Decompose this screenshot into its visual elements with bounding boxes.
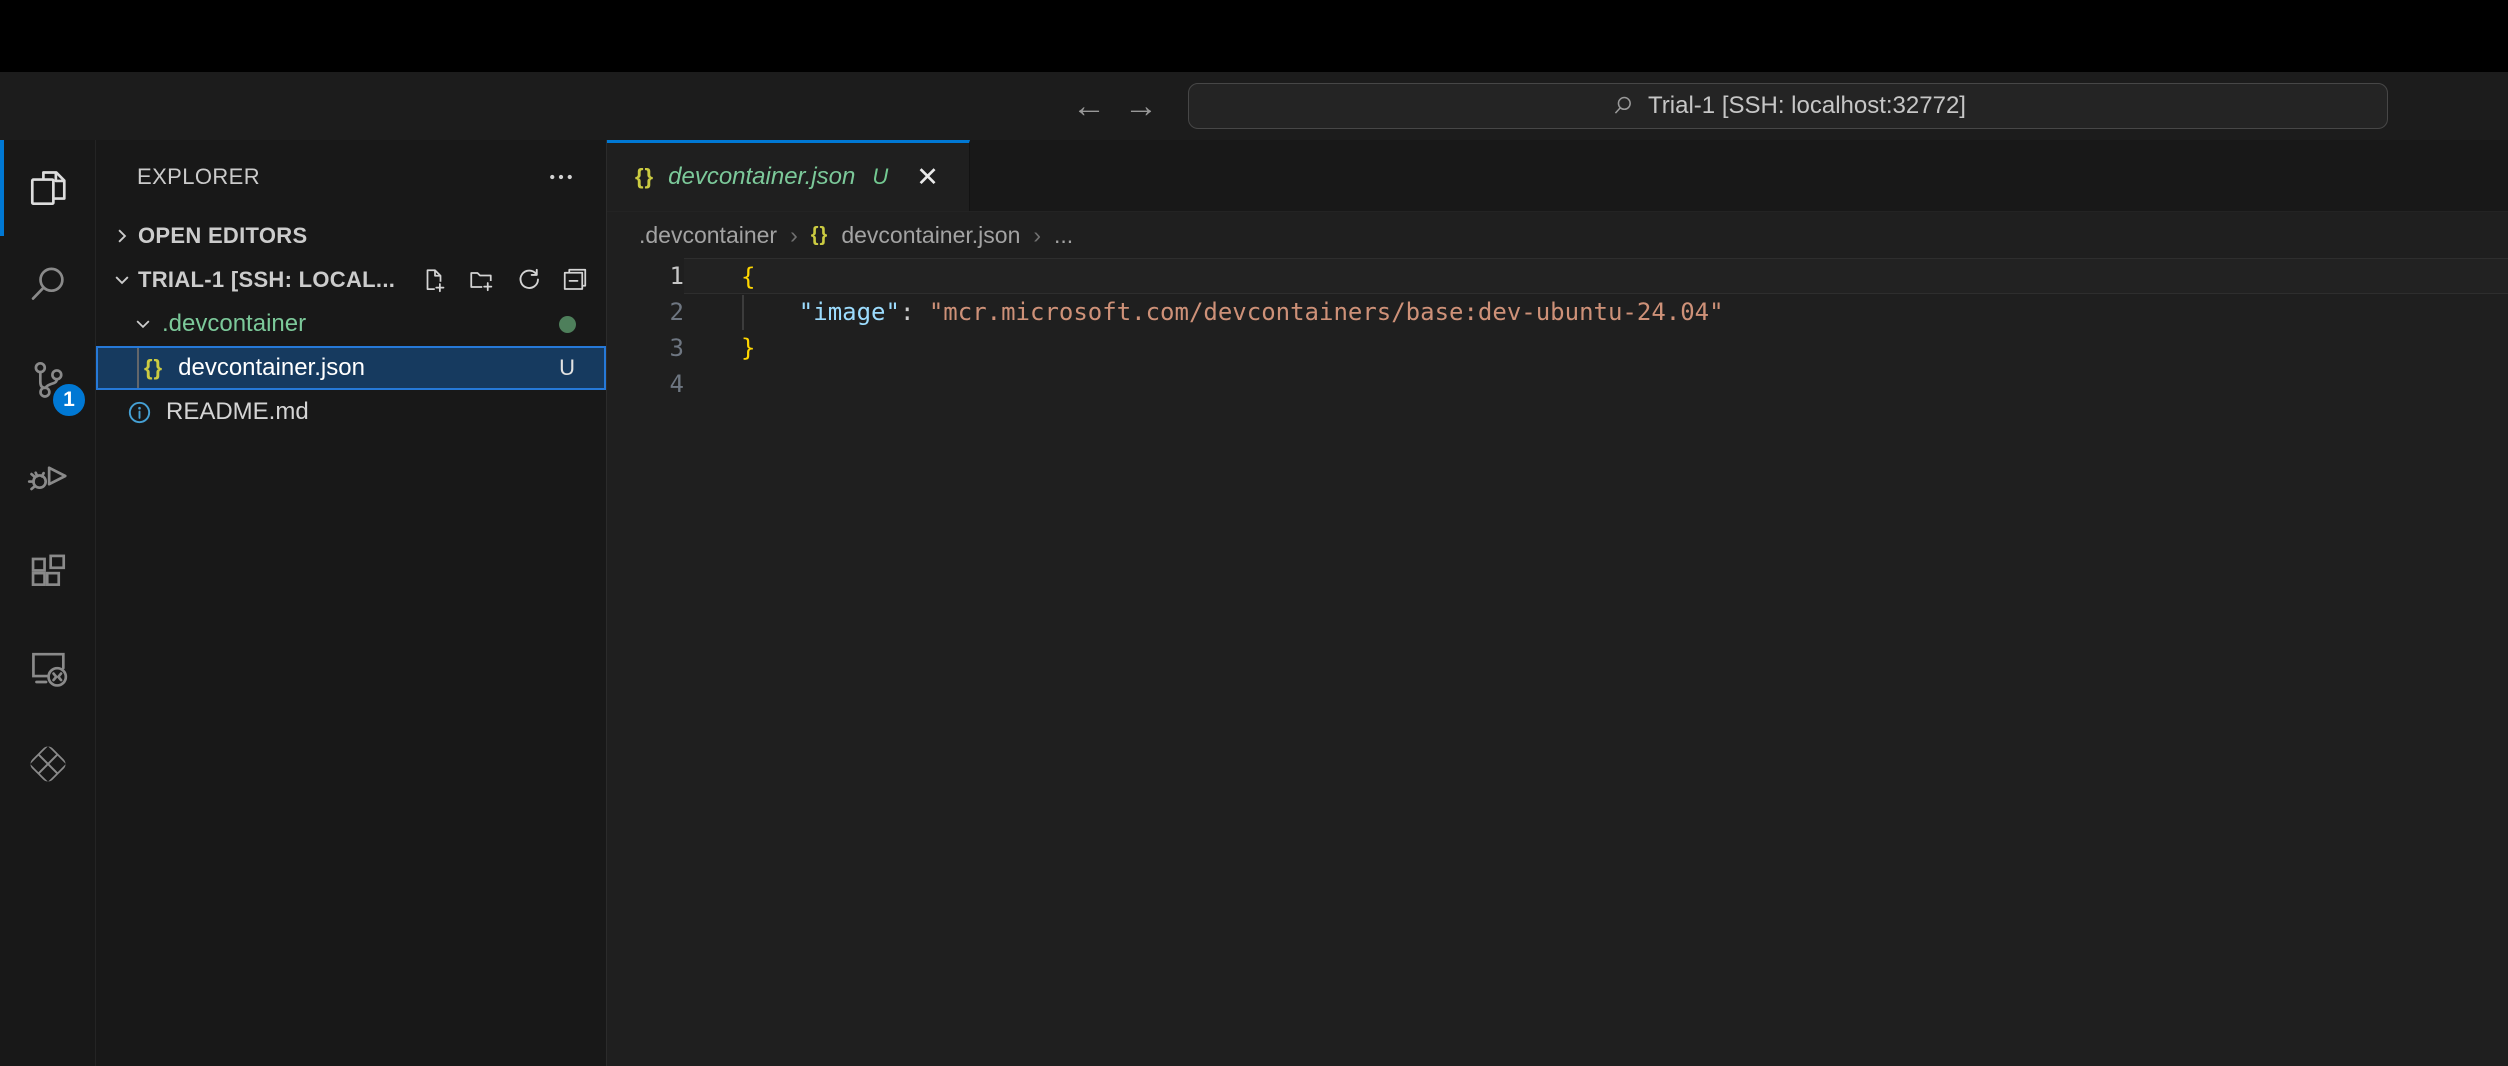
tree-item-devcontainer-folder[interactable]: .devcontainer (96, 302, 606, 346)
editor-group: {} devcontainer.json U ✕ .devcontainer ›… (607, 140, 2508, 1066)
code-line-content: } (684, 330, 2508, 366)
command-center-search[interactable]: Trial-1 [SSH: localhost:32772] (1188, 83, 2388, 129)
more-actions-button[interactable] (546, 162, 576, 192)
line-number: 3 (607, 330, 684, 366)
git-untracked-badge: U (559, 355, 575, 381)
history-back-button[interactable]: ← (1072, 72, 1106, 140)
code-line-content: { (684, 258, 2508, 294)
open-editors-section[interactable]: OPEN EDITORS (96, 214, 606, 258)
workbench: 1 (0, 140, 2508, 1066)
open-editors-label: OPEN EDITORS (138, 223, 606, 249)
breadcrumb-folder[interactable]: .devcontainer (639, 222, 777, 249)
file-name: devcontainer.json (178, 354, 559, 382)
activity-item-extensions[interactable] (0, 524, 95, 620)
activity-item-extension-diamond[interactable] (0, 716, 95, 812)
history-forward-button[interactable]: → (1124, 72, 1158, 140)
tree-item-devcontainer-json[interactable]: {} devcontainer.json U (96, 346, 606, 390)
breadcrumb-symbol[interactable]: ... (1054, 222, 1073, 249)
line-number: 2 (607, 294, 684, 330)
activity-item-explorer[interactable] (0, 140, 95, 236)
code-token: "image" (799, 298, 900, 326)
new-file-button[interactable] (419, 265, 449, 295)
collapse-all-icon (560, 265, 590, 295)
folder-name: .devcontainer (162, 310, 559, 338)
file-name: README.md (166, 398, 606, 426)
activity-item-source-control[interactable]: 1 (0, 332, 95, 428)
search-icon (25, 261, 71, 307)
code-token (741, 298, 799, 326)
ellipsis-icon (546, 162, 576, 192)
tab-label: devcontainer.json (668, 163, 855, 191)
code-line-content: "image": "mcr.microsoft.com/devcontainer… (684, 294, 2508, 330)
code-token: "mcr.microsoft.com/devcontainers/base:de… (929, 298, 1724, 326)
refresh-button[interactable] (513, 265, 543, 295)
json-file-icon: {} (144, 355, 163, 381)
collapse-all-button[interactable] (560, 265, 590, 295)
code-token: } (741, 334, 755, 362)
code-line[interactable]: 2 "image": "mcr.microsoft.com/devcontain… (607, 294, 2508, 330)
tab-bar: {} devcontainer.json U ✕ (607, 140, 2508, 212)
code-line[interactable]: 3} (607, 330, 2508, 366)
diamond-grid-icon (24, 740, 72, 788)
vscode-window: ← → Trial-1 [SSH: localhost:32772] (0, 0, 2508, 1066)
tree-indent-guide (137, 348, 139, 388)
code-token: : (900, 298, 929, 326)
tree-item-readme[interactable]: README.md (96, 390, 606, 434)
new-file-icon (419, 265, 449, 295)
activity-item-search[interactable] (0, 236, 95, 332)
git-modified-dot (559, 316, 576, 333)
explorer-sidebar: EXPLORER OPEN EDITORS TRIAL-1 [SSH: LOCA… (96, 140, 607, 1066)
macos-menubar-strip (0, 0, 2508, 72)
code-line[interactable]: 1{ (607, 258, 2508, 294)
refresh-icon (513, 265, 543, 295)
title-bar: ← → Trial-1 [SSH: localhost:32772] (0, 72, 2508, 140)
activity-item-remote-explorer[interactable] (0, 620, 95, 716)
activity-bar: 1 (0, 140, 96, 1066)
tab-git-badge: U (872, 164, 888, 190)
line-number: 1 (607, 258, 684, 294)
info-icon (126, 399, 153, 426)
window-title: Trial-1 [SSH: localhost:32772] (1648, 92, 1966, 120)
tab-devcontainer-json[interactable]: {} devcontainer.json U ✕ (607, 140, 970, 211)
breadcrumb-separator: › (1033, 222, 1041, 249)
chevron-down-icon (129, 310, 157, 338)
chevron-right-icon (108, 222, 136, 250)
code-editor[interactable]: 1{2 "image": "mcr.microsoft.com/devconta… (607, 258, 2508, 1066)
code-line-content (684, 366, 2508, 402)
search-icon (1610, 93, 1636, 119)
source-control-badge: 1 (50, 381, 88, 419)
chevron-down-icon (108, 266, 136, 294)
line-number: 4 (607, 366, 684, 402)
breadcrumb-file[interactable]: devcontainer.json (841, 222, 1020, 249)
breadcrumb-separator: › (790, 222, 798, 249)
sidebar-title: EXPLORER (137, 164, 546, 190)
json-file-icon: {} (811, 224, 829, 247)
run-debug-icon (25, 453, 71, 499)
breadcrumbs: .devcontainer › {} devcontainer.json › .… (607, 212, 2508, 258)
workspace-section[interactable]: TRIAL-1 [SSH: LOCAL... (96, 258, 606, 302)
extensions-icon (25, 549, 71, 595)
section-toolbar (419, 265, 590, 295)
new-folder-icon (466, 265, 496, 295)
code-token: { (741, 263, 755, 291)
new-folder-button[interactable] (466, 265, 496, 295)
close-tab-button[interactable]: ✕ (916, 162, 939, 193)
activity-item-run-debug[interactable] (0, 428, 95, 524)
sidebar-header: EXPLORER (96, 140, 606, 214)
remote-explorer-icon (25, 645, 71, 691)
json-file-icon: {} (635, 164, 654, 190)
files-icon (25, 165, 71, 211)
code-line[interactable]: 4 (607, 366, 2508, 402)
workspace-label: TRIAL-1 [SSH: LOCAL... (138, 267, 419, 293)
indent-guide (742, 295, 744, 330)
